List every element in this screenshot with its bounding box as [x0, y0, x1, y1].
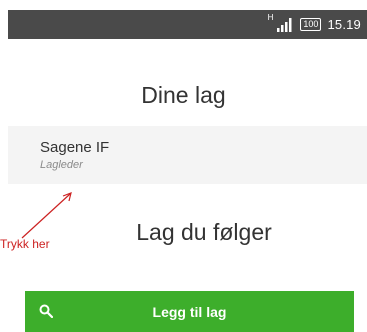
- network-type: H: [267, 13, 274, 22]
- team-name: Sagene IF: [40, 139, 110, 156]
- team-item[interactable]: Sagene IF Lagleder: [8, 126, 367, 184]
- status-time: 15.19: [327, 17, 361, 32]
- my-teams-heading: Dine lag: [141, 82, 226, 108]
- status-bar: H 100 15.19: [8, 10, 367, 39]
- add-team-button[interactable]: Legg til lag: [25, 291, 354, 332]
- followed-teams-heading: Lag du følger: [136, 219, 272, 245]
- app-screen: H 100 15.19 Dine lag Sagene IF Lagleder …: [0, 0, 367, 332]
- team-role: Lagleder: [40, 159, 83, 171]
- annotation-text: Trykk her: [0, 237, 50, 251]
- signal-bars-icon: [277, 17, 292, 32]
- battery-indicator: 100: [300, 18, 322, 31]
- add-team-label: Legg til lag: [152, 303, 227, 320]
- search-icon: [39, 304, 53, 318]
- status-indicators: H 100 15.19: [268, 10, 361, 39]
